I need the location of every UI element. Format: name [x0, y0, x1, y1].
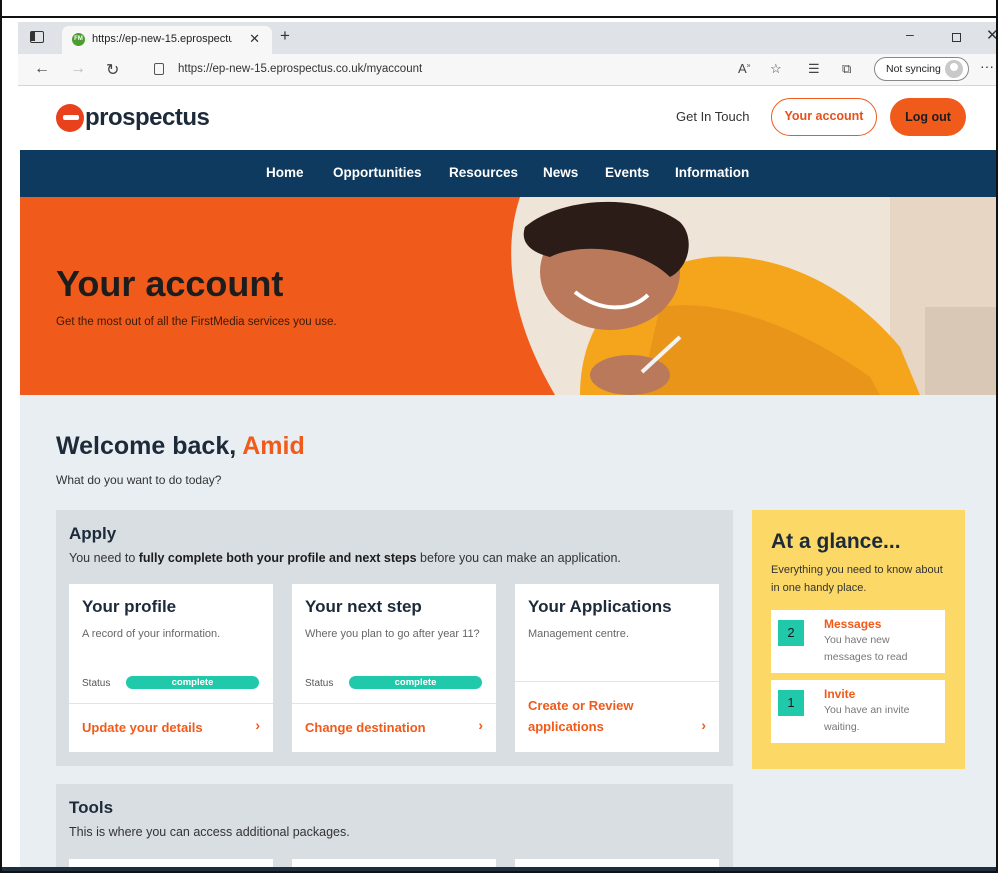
apply-title: Apply	[69, 524, 117, 543]
tab-bar: FM https://ep-new-15.eprospectus.c ✕ + –…	[18, 22, 996, 54]
status-label: Status	[82, 678, 111, 689]
update-details-link[interactable]: Update your details	[82, 717, 203, 738]
invite-description: You have an invite waiting.	[824, 704, 910, 733]
card-description: Management centre.	[528, 628, 629, 640]
next-step-card: Your next step Where you plan to go afte…	[292, 584, 496, 752]
avatar	[945, 60, 963, 78]
your-account-button[interactable]: Your account	[771, 98, 877, 136]
nav-item-opportunities[interactable]: Opportunities	[333, 165, 422, 180]
collections-icon[interactable]: ⧉	[842, 61, 851, 77]
tools-title: Tools	[69, 798, 114, 817]
chevron-right-icon[interactable]: ›	[478, 717, 483, 733]
profile-card: Your profile A record of your informatio…	[69, 584, 273, 752]
forward-icon[interactable]: →	[70, 60, 86, 78]
card-title: Your profile	[82, 597, 177, 616]
hero-subtitle: Get the most out of all the FirstMedia s…	[56, 316, 337, 328]
browser-window: FM https://ep-new-15.eprospectus.c ✕ + –…	[0, 0, 998, 873]
favorites-icon[interactable]: ☰	[808, 61, 820, 77]
invite-count-badge: 1	[778, 690, 804, 716]
glance-subtitle: Everything you need to know about in one…	[771, 564, 943, 594]
url-text: https://ep-new-15.eprospectus.co.uk/myac…	[178, 63, 423, 75]
glance-title: At a glance...	[771, 530, 901, 553]
nav-item-news[interactable]: News	[543, 165, 578, 180]
nav-item-information[interactable]: Information	[675, 165, 749, 180]
main-navigation: Home Opportunities Resources News Events…	[20, 150, 996, 197]
sidebar-icon[interactable]	[30, 31, 44, 43]
logo-text: prospectus	[85, 104, 210, 131]
change-destination-link[interactable]: Change destination	[305, 717, 426, 738]
at-a-glance-panel: At a glance... Everything you need to kn…	[752, 510, 965, 769]
taskbar-strip	[2, 867, 996, 871]
window-top-border	[2, 0, 996, 18]
tools-description: This is where you can access additional …	[69, 825, 350, 839]
status-label: Status	[305, 678, 334, 689]
read-aloud-icon[interactable]: A»	[738, 61, 751, 76]
create-review-applications-link[interactable]: Create or Review applications	[528, 695, 678, 737]
get-in-touch-link[interactable]: Get In Touch	[676, 109, 749, 124]
card-description: A record of your information.	[82, 628, 221, 640]
messages-item[interactable]: 2 Messages You have new messages to read	[771, 610, 945, 673]
welcome-user-name: Amid	[242, 432, 305, 460]
back-icon[interactable]: ←	[34, 60, 50, 78]
web-page: prospectus Get In Touch Your account Log…	[20, 87, 996, 871]
plus-icon[interactable]: +	[280, 26, 290, 46]
minimize-icon[interactable]: –	[906, 26, 914, 42]
status-badge: complete	[126, 676, 259, 689]
welcome-heading: Welcome back, Amid	[56, 432, 305, 461]
invite-title[interactable]: Invite	[824, 687, 855, 701]
favicon-icon: FM	[72, 33, 85, 46]
card-title: Your next step	[305, 597, 422, 616]
card-divider	[292, 703, 496, 704]
close-icon[interactable]: ✕	[249, 31, 260, 47]
chevron-right-icon[interactable]: ›	[255, 717, 260, 733]
card-divider	[515, 681, 719, 682]
card-description: Where you plan to go after year 11?	[305, 628, 480, 640]
invite-item[interactable]: 1 Invite You have an invite waiting.	[771, 680, 945, 743]
nav-item-home[interactable]: Home	[266, 165, 304, 180]
nav-item-events[interactable]: Events	[605, 165, 649, 180]
card-title: Your Applications	[528, 597, 672, 616]
log-out-button[interactable]: Log out	[890, 98, 966, 136]
messages-title[interactable]: Messages	[824, 617, 881, 631]
sync-label: Not syncing	[886, 63, 941, 75]
maximize-icon[interactable]	[952, 33, 961, 42]
card-divider	[69, 703, 273, 704]
tools-panel: Tools This is where you can access addit…	[56, 784, 733, 871]
messages-count-badge: 2	[778, 620, 804, 646]
apply-panel: Apply You need to fully complete both yo…	[56, 510, 733, 766]
welcome-subtitle: What do you want to do today?	[56, 473, 222, 487]
site-logo[interactable]: prospectus	[56, 103, 210, 133]
apply-description: You need to fully complete both your pro…	[69, 551, 621, 565]
hero-title: Your account	[56, 263, 284, 304]
site-header: prospectus Get In Touch Your account Log…	[20, 87, 996, 150]
status-badge: complete	[349, 676, 482, 689]
applications-card: Your Applications Management centre. Cre…	[515, 584, 719, 752]
welcome-greeting: Welcome back,	[56, 432, 237, 460]
more-icon[interactable]: ···	[980, 58, 994, 74]
refresh-icon[interactable]: ↻	[106, 60, 119, 80]
hero-banner: Your account Get the most out of all the…	[20, 197, 996, 395]
logo-e-icon	[56, 104, 84, 132]
window-close-icon[interactable]: ✕	[986, 26, 996, 44]
browser-tab[interactable]: FM https://ep-new-15.eprospectus.c ✕	[62, 26, 272, 54]
chevron-right-icon[interactable]: ›	[701, 717, 706, 733]
lock-icon[interactable]	[154, 63, 164, 75]
tab-title: https://ep-new-15.eprospectus.c	[92, 33, 232, 45]
favorite-add-icon[interactable]: ☆	[770, 61, 782, 77]
address-bar: ← → ↻ https://ep-new-15.eprospectus.co.u…	[18, 54, 996, 86]
sync-button[interactable]: Not syncing	[874, 57, 969, 81]
messages-description: You have new messages to read	[824, 634, 908, 663]
nav-item-resources[interactable]: Resources	[449, 165, 518, 180]
